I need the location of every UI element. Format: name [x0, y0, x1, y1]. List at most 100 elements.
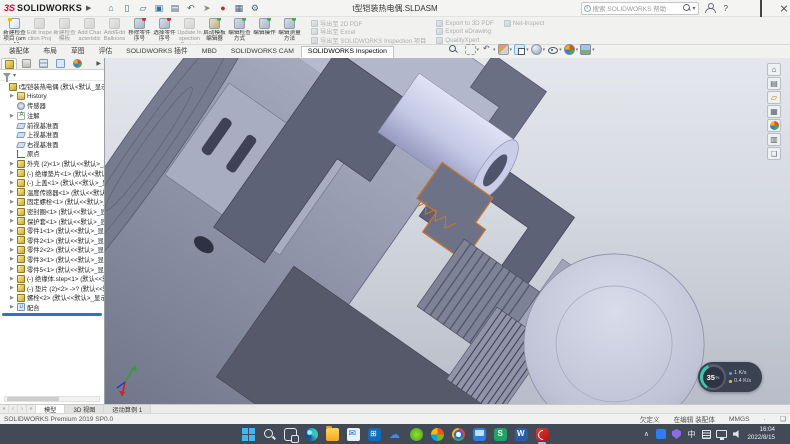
dropdown-caret-icon[interactable]: ▾: [543, 47, 546, 53]
status-pane-toggle-icon[interactable]: [780, 415, 786, 423]
restore-button[interactable]: [753, 1, 769, 15]
ime-mode-button[interactable]: [701, 427, 711, 441]
dropdown-caret-icon[interactable]: ▾: [559, 47, 562, 53]
volume-button[interactable]: [732, 427, 742, 441]
task-pane-tab[interactable]: [767, 91, 781, 104]
tree-item[interactable]: ▶ 外壳 (2)<1> (默认<<默认>_显示状态): [0, 159, 104, 169]
taskbar-app-button[interactable]: [492, 426, 508, 442]
document-tab[interactable]: 模型: [36, 405, 65, 413]
ribbon-button[interactable]: Add/Edit Balloons: [102, 18, 127, 44]
dropdown-caret-icon[interactable]: ▾: [493, 47, 496, 53]
graphics-viewport[interactable]: 35% 1 K/s 0.4 K/s: [105, 58, 790, 404]
tree-item[interactable]: ▶ 温度传感器<1> (默认<<默认>_显示状态): [0, 188, 104, 198]
taskbar-app-button[interactable]: [303, 426, 319, 442]
dropdown-caret-icon[interactable]: ▾: [526, 47, 529, 53]
heads-up-button[interactable]: ▾: [481, 44, 497, 55]
panel-tab[interactable]: [35, 58, 51, 69]
command-tab[interactable]: 评估: [92, 43, 120, 58]
tree-item[interactable]: ▶ 前视基准面: [0, 120, 104, 130]
tree-item[interactable]: ▶ (-) 绝缘体.step<1> (默认<<默认>_显示状态): [0, 274, 104, 284]
task-pane-tab[interactable]: [767, 119, 781, 132]
heads-up-button[interactable]: ▾: [580, 44, 596, 55]
tree-filter[interactable]: ▾: [0, 70, 104, 81]
tree-item[interactable]: ▶ 上视基准面: [0, 130, 104, 140]
taskbar-app-button[interactable]: [534, 426, 550, 442]
dropdown-caret-icon[interactable]: ▾: [576, 47, 579, 53]
ribbon-button[interactable]: Update Inspection Project: [177, 18, 202, 44]
tree-item[interactable]: ▶ t型铠装热电偶 (默认<默认_显示状态-1>): [0, 82, 104, 92]
quick-access-button[interactable]: [135, 2, 150, 15]
expand-arrow-icon[interactable]: ▶: [10, 295, 15, 301]
tree-horizontal-scrollbar[interactable]: [4, 396, 100, 402]
quick-access-button[interactable]: [151, 2, 166, 15]
expand-arrow-icon[interactable]: ▶: [10, 199, 15, 205]
search-icon[interactable]: [683, 4, 691, 12]
minimize-button[interactable]: [734, 1, 750, 15]
search-dropdown-icon[interactable]: ▾: [693, 5, 696, 12]
filter-caret-icon[interactable]: ▾: [13, 72, 16, 79]
display-tray-button[interactable]: [716, 427, 727, 441]
ribbon-export-button[interactable]: 导出至 2D PDF: [311, 19, 426, 28]
ribbon-export-button[interactable]: Export eDrawing: [436, 28, 494, 37]
tree-item[interactable]: ▶ (-) 绝缘垫片<1> (默认<<默认>_显示状态): [0, 168, 104, 178]
ribbon-export-button[interactable]: 导出至 Excel: [311, 28, 426, 37]
quick-access-button[interactable]: [167, 2, 182, 15]
close-button[interactable]: [772, 1, 788, 15]
heads-up-button[interactable]: ▾: [547, 44, 563, 55]
ribbon-button[interactable]: Edit Inspection Project: [27, 18, 52, 44]
taskbar-app-button[interactable]: [471, 426, 487, 442]
ribbon-button[interactable]: 编辑测量方法: [277, 18, 302, 44]
task-pane-tab[interactable]: [767, 133, 781, 146]
taskbar-app-button[interactable]: [387, 426, 403, 442]
speed-gauge-overlay[interactable]: 35% 1 K/s 0.4 K/s: [698, 362, 762, 392]
command-tab[interactable]: 布局: [36, 43, 64, 58]
taskbar-app-button[interactable]: [450, 426, 466, 442]
expand-arrow-icon[interactable]: ▶: [10, 93, 15, 99]
dropdown-caret-icon[interactable]: ▾: [510, 47, 513, 53]
tree-item[interactable]: ▶ 保护套<1> (默认<<默认>_显示状态): [0, 216, 104, 226]
tree-item[interactable]: ▶ 零件1<1> (默认<<默认>_显示状态): [0, 226, 104, 236]
tree-item[interactable]: ▶ 零件2<2> (默认<<默认>_显示状态): [0, 245, 104, 255]
ribbon-button[interactable]: 新建检查模板: [52, 18, 77, 44]
ribbon-export-button[interactable]: Net-Inspect: [504, 19, 545, 28]
ribbon-button[interactable]: 新建检查项目 (amp;N): [2, 18, 27, 44]
expand-arrow-icon[interactable]: ▶: [10, 180, 15, 186]
tree-item[interactable]: ▶ 密封圈<1> (默认<<默认>_显示状态): [0, 207, 104, 217]
tree-item[interactable]: ▶ 零件3<1> (默认<<默认>_显示状态): [0, 255, 104, 265]
tab-scroll-left-button[interactable]: ‹: [9, 405, 18, 413]
expand-arrow-icon[interactable]: ▶: [10, 304, 15, 310]
expand-arrow-icon[interactable]: ▶: [10, 237, 15, 243]
quick-access-button[interactable]: [215, 2, 230, 15]
expand-arrow-icon[interactable]: ▶: [10, 218, 15, 224]
expand-arrow-icon[interactable]: ▶: [10, 256, 15, 262]
taskbar-app-button[interactable]: [513, 426, 529, 442]
tray-security-button[interactable]: [671, 427, 681, 441]
help-button[interactable]: ?: [721, 4, 731, 13]
taskbar-app-button[interactable]: [429, 426, 445, 442]
quick-access-button[interactable]: [183, 2, 198, 15]
ribbon-button[interactable]: 选择零件序号: [152, 18, 177, 44]
panel-tabs-overflow-button[interactable]: ▶: [96, 60, 103, 67]
tree-item[interactable]: ▶ 注解: [0, 111, 104, 121]
tree-item[interactable]: ▶ (-) 垫片 (2)<2> ->? (默认<<默认>_显示状态): [0, 283, 104, 293]
rollback-bar[interactable]: [2, 313, 102, 316]
task-pane-tab[interactable]: [767, 77, 781, 90]
tree-item[interactable]: ▶ 固定螺栓<1> (默认<<默认>_显示状态): [0, 197, 104, 207]
tree-item[interactable]: ▶ 零件2<1> (默认<<默认>_显示状态): [0, 236, 104, 246]
tree-item[interactable]: ▶ History: [0, 92, 104, 102]
ime-language-button[interactable]: 中: [686, 427, 696, 441]
menu-expand-icon[interactable]: ▶: [86, 4, 91, 12]
expand-arrow-icon[interactable]: ▶: [10, 285, 15, 291]
tree-item[interactable]: ▶ 配合: [0, 303, 104, 313]
tab-scroll-last-button[interactable]: »: [27, 405, 36, 413]
command-tab[interactable]: 装配体: [2, 43, 36, 58]
tree-item[interactable]: ▶ 右视基准面: [0, 140, 104, 150]
clock[interactable]: 16:04 2022/8/15: [747, 426, 775, 442]
task-pane-tab[interactable]: [767, 105, 781, 118]
sign-in-button[interactable]: [702, 1, 718, 15]
quick-access-button[interactable]: [247, 2, 262, 15]
ribbon-export-button[interactable]: Export to 3D PDF: [436, 19, 494, 28]
quick-access-button[interactable]: [199, 2, 214, 15]
expand-arrow-icon[interactable]: ▶: [10, 228, 15, 234]
solidworks-logo[interactable]: 3S SOLIDWORKS ▶: [0, 3, 95, 13]
